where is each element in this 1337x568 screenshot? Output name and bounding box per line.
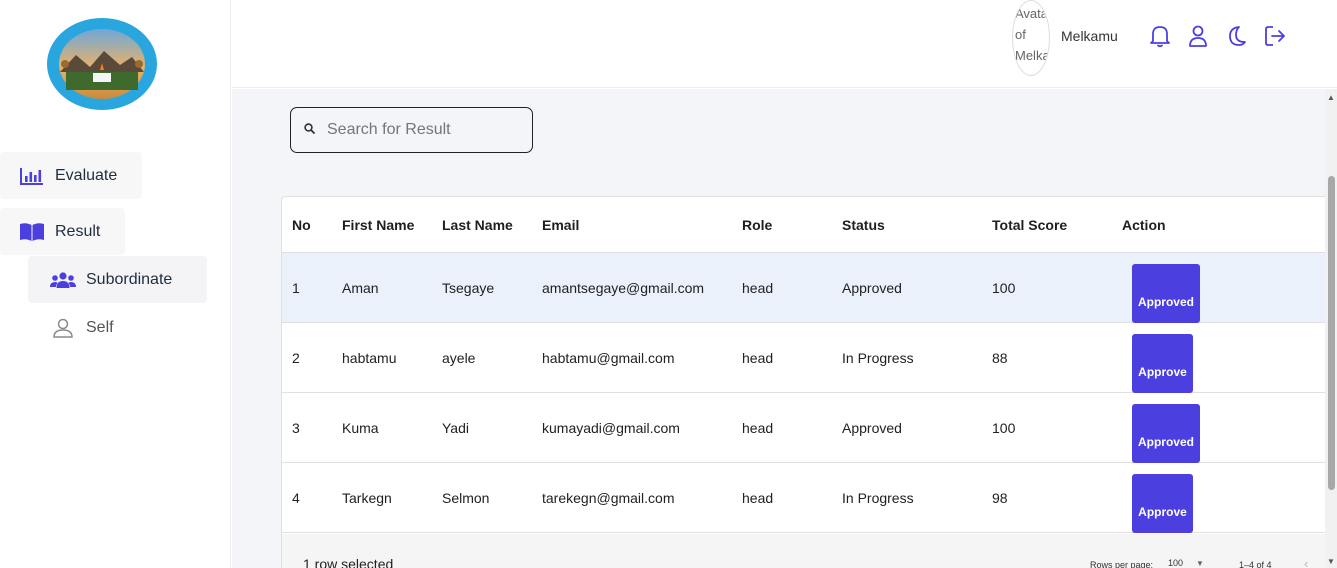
column-header-total-score[interactable]: Total Score (992, 197, 1067, 252)
approve-button[interactable]: Approve (1132, 474, 1193, 533)
column-header-action[interactable]: Action (1122, 197, 1166, 252)
cell-last-name: ayele (442, 349, 476, 366)
username-label: Melkamu (1061, 28, 1118, 44)
bar-chart-icon (19, 165, 45, 187)
main-content: No First Name Last Name Email Role Statu… (232, 89, 1325, 568)
search-box[interactable] (290, 107, 533, 153)
sidebar-item-label: Subordinate (86, 270, 173, 288)
approved-button[interactable]: Approved (1132, 404, 1200, 463)
approve-button[interactable]: Approve (1132, 334, 1193, 393)
cell-status: Approved (842, 419, 902, 436)
sidebar-item-subordinate[interactable]: Subordinate (28, 256, 207, 303)
cell-status: In Progress (842, 489, 914, 506)
cell-no: 4 (292, 489, 300, 506)
cell-total-score: 100 (992, 419, 1016, 436)
cell-first-name: Aman (342, 279, 379, 296)
cell-first-name: Kuma (342, 419, 379, 436)
scrollbar[interactable]: ▲ ▼ (1325, 89, 1337, 568)
cell-role: head (742, 489, 774, 506)
book-icon (19, 221, 45, 243)
cell-total-score: 88 (992, 349, 1008, 366)
sidebar-item-label: Result (55, 222, 101, 240)
sidebar-item-label: Evaluate (55, 166, 118, 184)
selection-count: 1 row selected (303, 556, 394, 568)
cell-email: habtamu@gmail.com (542, 349, 675, 366)
cell-first-name: habtamu (342, 349, 397, 366)
user-icon (50, 317, 76, 339)
university-logo (46, 17, 158, 112)
avatar[interactable]: Avatar of Melkamu (1012, 0, 1050, 76)
cell-last-name: Yadi (442, 419, 469, 436)
sidebar-item-evaluate[interactable]: Evaluate (0, 152, 142, 199)
cell-first-name: Tarkegn (342, 489, 392, 506)
pagination-range: 1–4 of 4 (1239, 560, 1272, 568)
cell-no: 2 (292, 349, 300, 366)
cell-last-name: Tsegaye (442, 279, 495, 296)
cell-no: 3 (292, 419, 300, 436)
approved-button[interactable]: Approved (1132, 264, 1200, 323)
cell-no: 1 (292, 279, 300, 296)
top-header: Avatar of Melkamu Melkamu (232, 0, 1337, 88)
sidebar-item-self[interactable]: Self (28, 306, 207, 350)
cell-last-name: Selmon (442, 489, 490, 506)
column-header-first-name[interactable]: First Name (342, 197, 414, 252)
sidebar-item-label: Self (86, 319, 114, 336)
search-input[interactable] (327, 121, 517, 139)
cell-status: Approved (842, 279, 902, 296)
rows-per-page-select[interactable]: 100 (1168, 558, 1183, 568)
cell-total-score: 100 (992, 279, 1016, 296)
rows-per-page-label: Rows per page: (1090, 560, 1154, 568)
table-row[interactable]: 2 habtamu ayele habtamu@gmail.com head I… (282, 323, 1325, 393)
sidebar: Evaluate Result Subordinate Self (0, 0, 231, 568)
cell-total-score: 98 (992, 489, 1008, 506)
cell-role: head (742, 419, 774, 436)
scrollbar-thumb[interactable] (1328, 176, 1335, 490)
table-row[interactable]: 4 Tarkegn Selmon tarekegn@gmail.com head… (282, 463, 1325, 533)
scroll-down-icon[interactable]: ▼ (1327, 557, 1335, 566)
logout-icon[interactable] (1263, 24, 1287, 48)
column-header-email[interactable]: Email (542, 197, 579, 252)
cell-email: kumayadi@gmail.com (542, 419, 680, 436)
column-header-status[interactable]: Status (842, 197, 885, 252)
column-header-role[interactable]: Role (742, 197, 772, 252)
table-row[interactable]: 1 Aman Tsegaye amantsegaye@gmail.com hea… (282, 253, 1325, 323)
table-row[interactable]: 3 Kuma Yadi kumayadi@gmail.com head Appr… (282, 393, 1325, 463)
cell-email: tarekegn@gmail.com (542, 489, 675, 506)
results-table: No First Name Last Name Email Role Statu… (281, 196, 1325, 568)
table-footer: 1 row selected Rows per page: 100 ▼ 1–4 … (282, 534, 1325, 568)
column-header-last-name[interactable]: Last Name (442, 197, 513, 252)
scroll-up-icon[interactable]: ▲ (1327, 93, 1335, 102)
sidebar-item-result[interactable]: Result (0, 208, 125, 255)
users-icon (50, 269, 76, 291)
cell-role: head (742, 349, 774, 366)
moon-icon[interactable] (1224, 24, 1248, 48)
bell-icon[interactable] (1148, 24, 1172, 48)
user-icon[interactable] (1186, 24, 1210, 48)
cell-status: In Progress (842, 349, 914, 366)
previous-page-icon[interactable]: ‹ (1304, 556, 1308, 568)
chevron-down-icon[interactable]: ▼ (1196, 559, 1204, 568)
table-header: No First Name Last Name Email Role Statu… (282, 197, 1325, 253)
column-header-no[interactable]: No (292, 197, 311, 252)
cell-email: amantsegaye@gmail.com (542, 279, 705, 296)
search-icon (304, 121, 315, 139)
cell-role: head (742, 279, 774, 296)
